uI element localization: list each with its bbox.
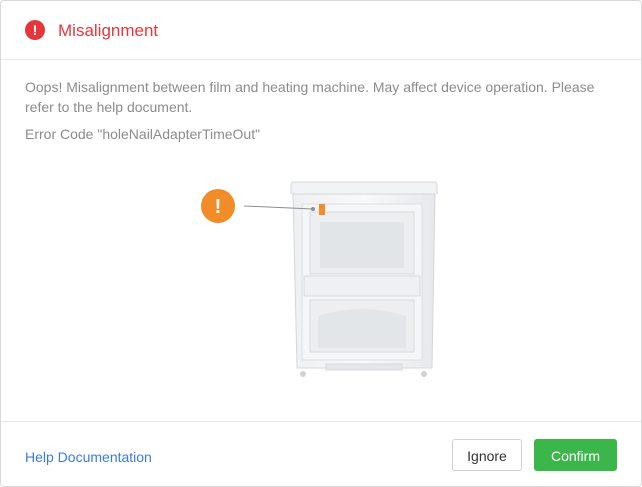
misalignment-marker — [319, 204, 325, 215]
exclamation-circle-icon: ! — [25, 20, 45, 40]
dialog-header: ! Misalignment — [1, 1, 641, 60]
device-film-slot — [320, 222, 404, 268]
error-message: Oops! Misalignment between film and heat… — [25, 79, 595, 115]
device-illustration: ! — [201, 181, 438, 377]
help-documentation-link[interactable]: Help Documentation — [25, 448, 152, 466]
dialog-title: Misalignment — [58, 21, 159, 40]
dialog-footer: Help Documentation Ignore Confirm — [1, 421, 641, 486]
misalignment-dialog: ! Misalignment Oops! Misalignment betwee… — [0, 0, 642, 487]
device-base — [325, 363, 403, 371]
confirm-button[interactable]: Confirm — [534, 439, 617, 471]
device-heater-plate — [318, 309, 406, 348]
ignore-button[interactable]: Ignore — [452, 439, 522, 471]
device-foot-right — [421, 371, 427, 377]
device-shelf — [303, 275, 421, 297]
device-lid — [290, 181, 438, 195]
error-code-text: Error Code "holeNailAdapterTimeOut" — [25, 126, 261, 142]
warning-glyph: ! — [215, 196, 222, 218]
device-foot-left — [300, 371, 306, 377]
